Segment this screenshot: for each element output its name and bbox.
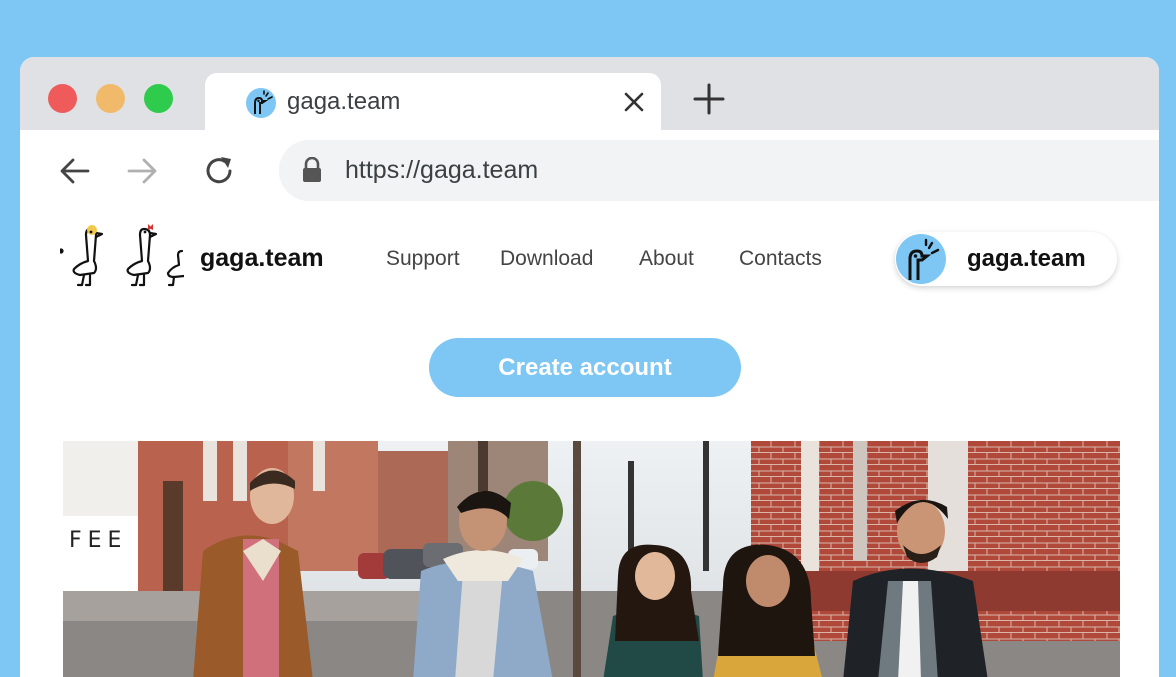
window-close-button[interactable] [48,84,77,113]
forward-arrow-icon[interactable] [125,154,159,188]
window-minimize-button[interactable] [96,84,125,113]
address-bar[interactable]: https://gaga.team [279,140,1159,201]
hero-photo: FEE [63,441,1120,677]
reload-icon[interactable] [203,154,237,188]
browser-window: gaga.team https://gaga.team gaga.team Su… [20,57,1159,677]
tab-title: gaga.team [287,88,401,115]
nav-contacts[interactable]: Contacts [739,246,822,272]
window-maximize-button[interactable] [144,84,173,113]
create-account-button[interactable]: Create account [429,338,741,397]
web-page: gaga.team Support Download About Contact… [20,210,1159,677]
close-icon[interactable] [619,87,649,117]
geese-logo-icon [60,224,184,287]
nav-download[interactable]: Download [500,246,593,272]
gaga-bird-icon [246,88,276,118]
plus-icon[interactable] [691,81,727,117]
lock-icon [303,157,321,182]
account-pill[interactable]: gaga.team [895,232,1117,286]
toolbar: https://gaga.team [20,130,1159,210]
storefront-sign: FEE [69,528,127,553]
account-pill-label: gaga.team [967,245,1086,272]
nav-support[interactable]: Support [386,246,460,272]
url-text[interactable]: https://gaga.team [345,155,538,185]
active-tab[interactable]: gaga.team [205,73,661,130]
tab-strip: gaga.team [20,57,1159,130]
nav-about[interactable]: About [639,246,694,272]
back-arrow-icon[interactable] [58,154,92,188]
gaga-bird-avatar-icon [896,234,946,284]
site-brand[interactable]: gaga.team [200,243,324,273]
